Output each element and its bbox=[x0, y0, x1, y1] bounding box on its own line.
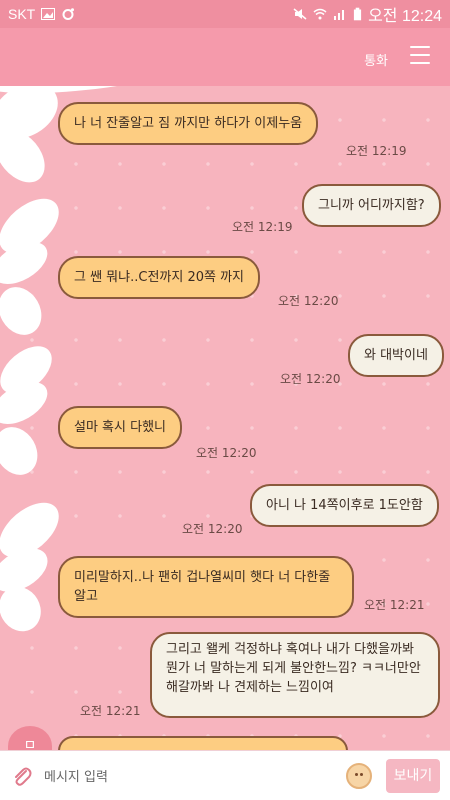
message-time: 오전 12:20 bbox=[280, 372, 341, 386]
message-list[interactable]: 나 너 잔줄알고 짐 까지만 하다가 이제누움 오전 12:19 그니까 어디까… bbox=[0, 86, 450, 750]
censor-scribble bbox=[0, 419, 46, 483]
wifi-icon bbox=[313, 8, 327, 20]
message-input-bar: 메시지 입력 보내기 bbox=[0, 750, 450, 800]
emoticon-icon[interactable] bbox=[346, 763, 372, 789]
message-time: 오전 12:20 bbox=[278, 294, 339, 308]
message-time: 오전 12:19 bbox=[346, 144, 407, 158]
send-button[interactable]: 보내기 bbox=[386, 759, 440, 793]
message-bubble-incoming[interactable]: 설마 혹시 다했니 bbox=[58, 406, 182, 449]
message-time: 오전 12:20 bbox=[182, 522, 243, 536]
message-bubble-incoming[interactable]: 미리말하지..나 팬히 겁나열씨미 햇다 너 다한줄알고 bbox=[58, 556, 354, 618]
message-bubble-outgoing[interactable]: 와 대박이네 bbox=[348, 334, 444, 377]
message-bubble-incoming[interactable]: 그 쌘 뭐냐..C전까지 20쪽 까지 bbox=[58, 256, 261, 299]
message-time: 오전 12:21 bbox=[364, 598, 425, 612]
gallery-icon bbox=[41, 8, 56, 20]
message-time: 오전 12:21 bbox=[80, 704, 141, 718]
message-bubble-outgoing[interactable]: 아니 나 14쪽이후로 1도안함 bbox=[250, 484, 439, 527]
mute-icon bbox=[293, 8, 307, 20]
message-bubble-incoming-partial bbox=[58, 736, 348, 750]
message-bubble-outgoing[interactable]: 그니까 어디까지함? bbox=[302, 184, 441, 227]
status-bar: SKT 오전 12:24 bbox=[0, 0, 450, 28]
call-button[interactable]: 통화 bbox=[364, 50, 388, 69]
attach-icon[interactable] bbox=[12, 765, 32, 787]
battery-icon bbox=[353, 7, 362, 21]
status-time: 오전 12:24 bbox=[368, 8, 442, 25]
message-time: 오전 12:20 bbox=[196, 446, 257, 460]
message-bubble-outgoing[interactable]: 그리고 왤케 걱정하냐 혹여나 내가 다했을까봐 뭔가 너 말하는게 되게 불안… bbox=[150, 632, 440, 718]
signal-icon bbox=[334, 10, 345, 20]
censor-scribble bbox=[0, 279, 50, 343]
message-input[interactable]: 메시지 입력 bbox=[44, 766, 108, 785]
message-bubble-incoming[interactable]: 나 너 잔줄알고 짐 까지만 하다가 이제누움 bbox=[58, 102, 319, 145]
message-time: 오전 12:19 bbox=[232, 220, 293, 234]
menu-icon[interactable] bbox=[410, 46, 430, 64]
chat-header: 통화 bbox=[0, 28, 450, 86]
camera-icon bbox=[62, 8, 75, 20]
carrier-label: SKT bbox=[8, 6, 36, 22]
